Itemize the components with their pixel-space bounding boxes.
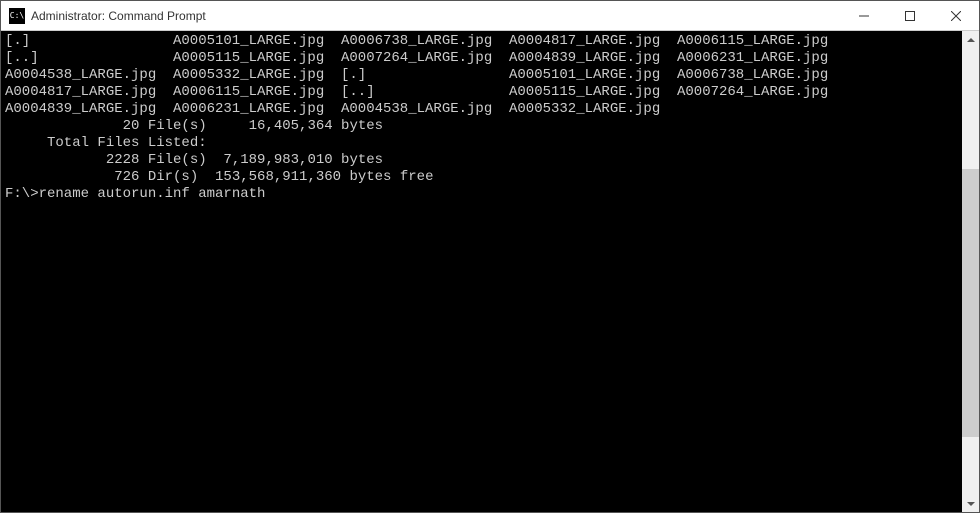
close-button[interactable] — [933, 1, 979, 30]
minimize-button[interactable] — [841, 1, 887, 30]
file-row: A0004839_LARGE.jpgA0006231_LARGE.jpgA000… — [5, 101, 958, 118]
file-row: A0004538_LARGE.jpgA0005332_LARGE.jpg[.]A… — [5, 67, 958, 84]
vertical-scrollbar[interactable] — [962, 31, 979, 512]
file-row: A0004817_LARGE.jpgA0006115_LARGE.jpg[..]… — [5, 84, 958, 101]
scroll-down-arrow[interactable] — [962, 495, 979, 512]
window-controls — [841, 1, 979, 30]
terminal-wrapper: [.]A0005101_LARGE.jpgA0006738_LARGE.jpgA… — [1, 31, 979, 512]
scroll-up-arrow[interactable] — [962, 31, 979, 48]
prompt-line: F:\>rename autorun.inf amarnath — [5, 186, 958, 203]
titlebar[interactable]: C:\ Administrator: Command Prompt — [1, 1, 979, 31]
terminal-output[interactable]: [.]A0005101_LARGE.jpgA0006738_LARGE.jpgA… — [1, 31, 962, 512]
total-dirs: 726 Dir(s) 153,568,911,360 bytes free — [5, 169, 958, 186]
scroll-track[interactable] — [962, 48, 979, 495]
file-row: [..]A0005115_LARGE.jpgA0007264_LARGE.jpg… — [5, 50, 958, 67]
total-files: 2228 File(s) 7,189,983,010 bytes — [5, 152, 958, 169]
cmd-icon: C:\ — [9, 8, 25, 24]
scroll-thumb[interactable] — [962, 169, 979, 437]
file-row: [.]A0005101_LARGE.jpgA0006738_LARGE.jpgA… — [5, 33, 958, 50]
maximize-button[interactable] — [887, 1, 933, 30]
window-title: Administrator: Command Prompt — [31, 9, 841, 23]
total-header: Total Files Listed: — [5, 135, 958, 152]
command-prompt-window: C:\ Administrator: Command Prompt [.]A00… — [0, 0, 980, 513]
dir-summary: 20 File(s) 16,405,364 bytes — [5, 118, 958, 135]
